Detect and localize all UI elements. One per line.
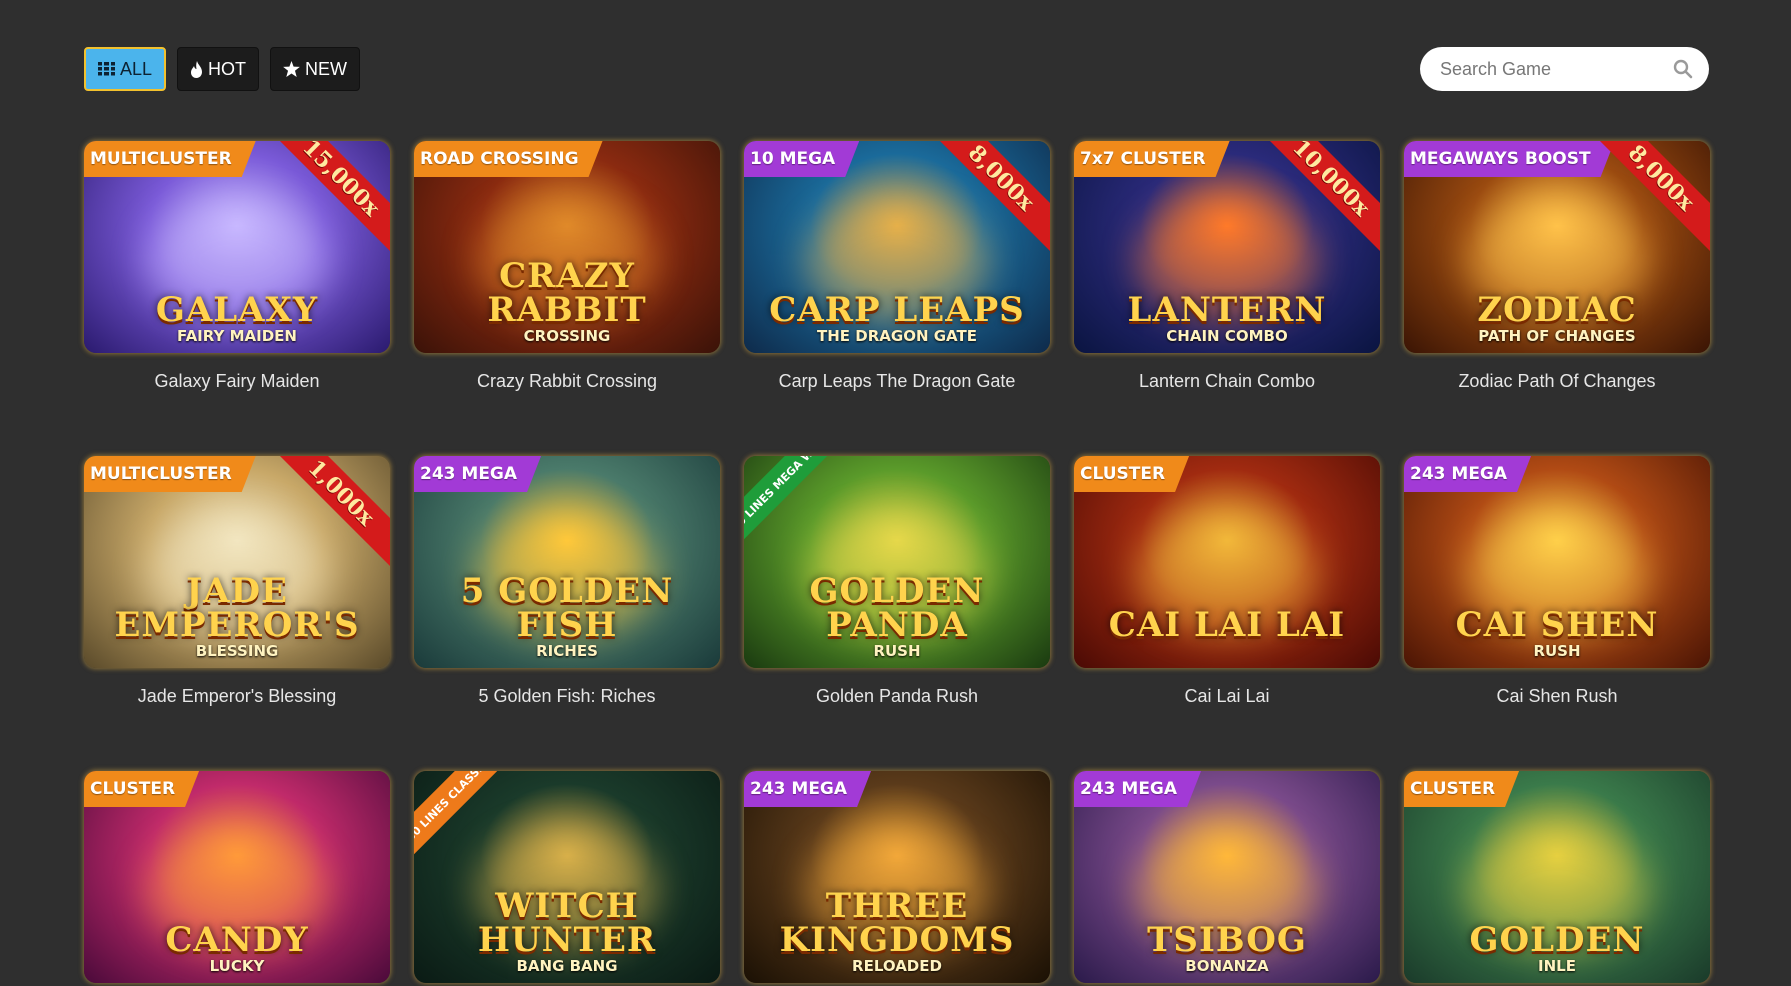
game-card[interactable]: CRAZY RABBIT CROSSING ROAD CROSSING Crazy R… [414,141,720,392]
game-mechanic-tag: MULTICLUSTER [84,141,256,177]
filter-group: ALL HOT NEW [84,47,361,91]
filter-hot-button[interactable]: HOT [177,47,260,91]
game-thumbnail[interactable]: JADE EMPEROR'S BLESSING MULTICLUSTER 1,000x [84,456,390,668]
game-logo: CAI SHEN [1455,605,1659,645]
game-logo: TSIBOG [1147,920,1307,960]
game-thumbnail[interactable]: CRAZY RABBIT CROSSING ROAD CROSSING [414,141,720,353]
game-card[interactable]: CAI LAI LAI CLUSTER Cai Lai Lai [1074,456,1380,707]
game-card[interactable]: ZODIAC PATH OF CHANGES MEGAWAYS BOOST 8,000… [1404,141,1710,392]
grid-icon [98,62,115,76]
game-title[interactable]: Crazy Rabbit Crossing [414,371,720,392]
game-logo-subtitle: BONANZA [1185,957,1269,975]
game-mechanic-tag: ROAD CROSSING [414,141,603,177]
game-title[interactable]: Carp Leaps The Dragon Gate [744,371,1050,392]
fire-icon [190,60,203,78]
search-box [1420,47,1709,91]
game-thumbnail[interactable]: CARP LEAPS THE DRAGON GATE 10 MEGA 8,000x [744,141,1050,353]
game-logo: WITCH HUNTER [477,886,657,960]
game-logo-subtitle: RELOADED [852,957,942,975]
game-title[interactable]: Galaxy Fairy Maiden [84,371,390,392]
game-card[interactable]: GOLDENINLECLUSTERGolden Inle [1404,771,1710,986]
game-card[interactable]: CAI SHEN RUSH 243 MEGA Cai Shen Rush [1404,456,1710,707]
game-thumbnail[interactable]: 5 GOLDEN FISH RICHES 243 MEGA [414,456,720,668]
filter-all-label: ALL [120,58,153,79]
game-thumbnail[interactable]: GALAXY FAIRY MAIDEN MULTICLUSTER 15,000x [84,141,390,353]
game-logo-subtitle: RUSH [1533,642,1581,660]
game-card[interactable]: THREE KINGDOMSRELOADED243 MEGAThree King… [744,771,1050,986]
game-logo: 5 GOLDEN FISH [460,571,674,645]
game-logo: GALAXY [155,290,319,330]
game-logo: GOLDEN [1469,920,1645,960]
game-thumbnail[interactable]: WITCH HUNTER BANG BANG 30 LINES CLASSIC [414,771,720,983]
game-mechanic-tag: 243 MEGA [414,456,541,492]
game-mechanic-tag: 7x7 CLUSTER [1074,141,1230,177]
game-logo: CAI LAI LAI [1108,605,1346,645]
game-card[interactable]: TSIBOGBONANZA243 MEGATsibog Bonanza [1074,771,1380,986]
game-logo-subtitle: RUSH [873,642,921,660]
star-icon [283,61,300,77]
game-logo: THREE KINGDOMS [779,886,1015,960]
game-title[interactable]: 5 Golden Fish: Riches [414,686,720,707]
game-logo-subtitle: BLESSING [195,642,279,660]
game-thumbnail[interactable]: ZODIAC PATH OF CHANGES MEGAWAYS BOOST 8,000… [1404,141,1710,353]
game-logo-subtitle: PATH OF CHANGES [1478,327,1636,345]
filter-new-button[interactable]: NEW [270,47,361,91]
game-card[interactable]: WITCH HUNTERBANG BANG30 LINES CLASSICWit… [414,771,720,986]
game-mechanic-tag: MULTICLUSTER [84,456,256,492]
game-thumbnail[interactable]: CANDY LUCKY CLUSTER [84,771,390,983]
game-thumbnail[interactable]: LANTERN CHAIN COMBO 7x7 CLUSTER 10,000x [1074,141,1380,353]
game-mechanic-tag: 243 MEGA [1074,771,1201,807]
filter-hot-label: HOT [208,58,247,79]
search-icon[interactable] [1673,59,1693,84]
game-mechanic-tag: 10 MEGA [744,141,859,177]
game-logo-subtitle: CROSSING [523,327,611,345]
game-logo: JADE EMPEROR'S [114,571,360,645]
game-title[interactable]: Golden Panda Rush [744,686,1050,707]
game-title[interactable]: Jade Emperor's Blessing [84,686,390,707]
game-logo: CANDY [165,920,309,960]
game-logo: CARP LEAPS [769,290,1025,330]
game-mechanic-tag: MEGAWAYS BOOST [1404,141,1615,177]
top-bar: ALL HOT NEW [84,47,1709,91]
game-mechanic-tag: 243 MEGA [1404,456,1531,492]
game-card[interactable]: GALAXY FAIRY MAIDEN MULTICLUSTER 15,000x Gal… [84,141,390,392]
game-mechanic-tag: CLUSTER [1404,771,1519,807]
game-thumbnail[interactable]: CAI LAI LAI CLUSTER [1074,456,1380,668]
game-logo-subtitle: BANG BANG [516,957,618,975]
filter-all-button[interactable]: ALL [84,47,167,91]
game-logo-subtitle: RICHES [536,642,598,660]
game-title[interactable]: Zodiac Path Of Changes [1404,371,1710,392]
game-card[interactable]: 5 GOLDEN FISH RICHES 243 MEGA 5 Golden Fish… [414,456,720,707]
game-logo-subtitle: FAIRY MAIDEN [177,327,297,345]
game-card[interactable]: GOLDEN PANDARUSH30 LINES MEGA WIN Golden … [744,456,1050,707]
game-thumbnail[interactable]: CAI SHEN RUSH 243 MEGA [1404,456,1710,668]
game-title[interactable]: Lantern Chain Combo [1074,371,1380,392]
game-thumbnail[interactable]: THREE KINGDOMS RELOADED 243 MEGA [744,771,1050,983]
game-card[interactable]: JADE EMPEROR'S BLESSING MULTICLUSTER 1,000x… [84,456,390,707]
game-logo-subtitle: CHAIN COMBO [1166,327,1288,345]
search-input[interactable] [1420,47,1650,91]
game-logo: GOLDEN PANDA [809,571,985,645]
game-logo-subtitle: LUCKY [209,957,265,975]
game-mechanic-tag: 243 MEGA [744,771,871,807]
game-grid: GALAXY FAIRY MAIDEN MULTICLUSTER 15,000x Gal… [84,141,1710,986]
game-logo: CRAZY RABBIT [487,256,647,330]
game-thumbnail[interactable]: GOLDEN INLE CLUSTER [1404,771,1710,983]
game-logo: LANTERN [1127,290,1327,330]
game-mechanic-tag: CLUSTER [84,771,199,807]
filter-new-label: NEW [305,58,348,79]
game-title[interactable]: Cai Shen Rush [1404,686,1710,707]
game-mechanic-tag: CLUSTER [1074,456,1189,492]
game-logo-subtitle: THE DRAGON GATE [817,327,977,345]
game-thumbnail[interactable]: GOLDEN PANDARUSH30 LINES MEGA WIN [744,456,1050,668]
game-thumbnail[interactable]: TSIBOG BONANZA 243 MEGA [1074,771,1380,983]
game-title[interactable]: Cai Lai Lai [1074,686,1380,707]
game-card[interactable]: CARP LEAPS THE DRAGON GATE 10 MEGA 8,000x Ca… [744,141,1050,392]
game-card[interactable]: CANDYLUCKYCLUSTERCandy Lucky [84,771,390,986]
game-logo-subtitle: INLE [1538,957,1576,975]
game-logo: ZODIAC [1477,290,1637,330]
game-card[interactable]: LANTERN CHAIN COMBO 7x7 CLUSTER 10,000x Lant… [1074,141,1380,392]
